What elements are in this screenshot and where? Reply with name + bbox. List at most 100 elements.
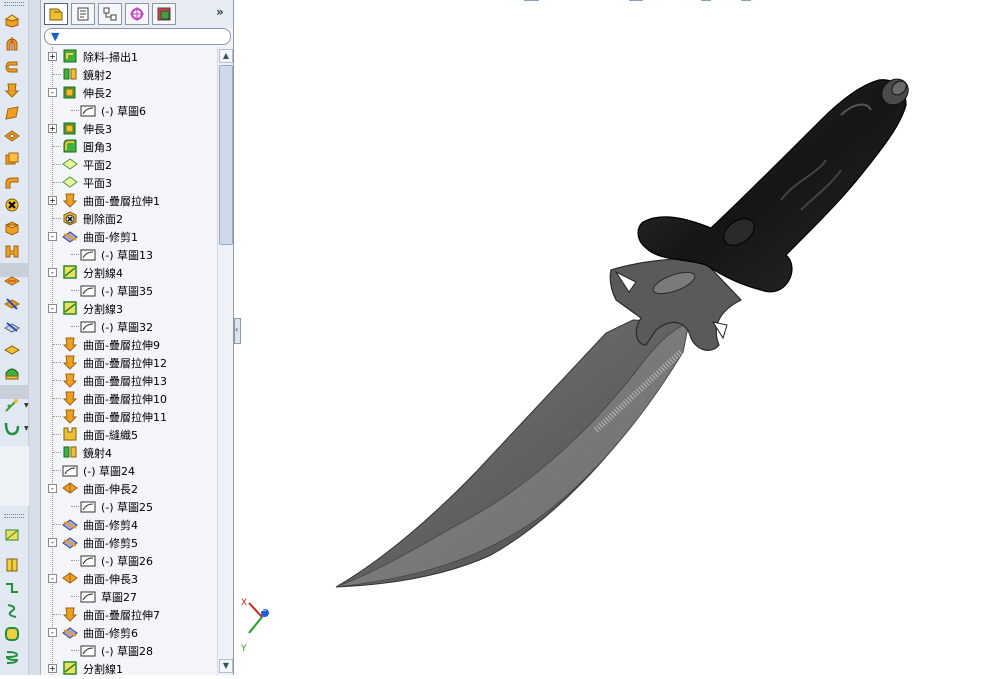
configuration-manager-tab[interactable] [98, 3, 122, 25]
sketch-plane-icon[interactable] [3, 526, 21, 544]
tree-node[interactable]: - 曲面-伸長3 [41, 569, 217, 587]
tree-node[interactable]: - 曲面-修剪6 [41, 623, 217, 641]
tree-node-label: 曲面-疊層拉伸11 [83, 411, 167, 424]
tree-node[interactable]: + 伸長3 [41, 119, 217, 137]
extruded-cut-icon[interactable] [3, 127, 21, 145]
tree-node[interactable]: + 除料-掃出1 [41, 47, 217, 65]
wrap-icon[interactable] [3, 341, 21, 359]
tree-connector [53, 470, 61, 471]
feature-filter-input[interactable]: ▼ [44, 28, 231, 45]
collapse-node-icon[interactable]: - [48, 304, 57, 313]
helix-icon[interactable] [3, 648, 21, 666]
tree-node[interactable]: (-) 草圖24 [41, 461, 217, 479]
shell-icon[interactable] [3, 242, 21, 260]
collapse-node-icon[interactable]: - [48, 538, 57, 547]
toolbar-grip[interactable] [4, 514, 24, 518]
hole-wizard-icon[interactable] [3, 196, 21, 214]
tree-node[interactable]: 鏡射2 [41, 65, 217, 83]
tree-node[interactable]: 曲面-縫織5 [41, 425, 217, 443]
tree-node-label: 平面3 [83, 177, 112, 190]
expand-chevron-icon[interactable]: » [216, 5, 224, 19]
spline-icon[interactable] [3, 602, 21, 620]
tree-node[interactable]: (-) 草圖32 [41, 317, 217, 335]
tree-connector [71, 560, 79, 561]
dropdown-arrow-icon[interactable]: ▼ [24, 425, 29, 432]
tree-node[interactable]: - 曲面-伸長2 [41, 479, 217, 497]
panel-splitter[interactable]: ‹ [234, 318, 241, 344]
extruded-boss-icon[interactable] [3, 12, 21, 30]
tree-node[interactable]: (-) 草圖13 [41, 245, 217, 263]
revolved-boss-icon[interactable] [3, 35, 21, 53]
scroll-down-button[interactable]: ▼ [219, 659, 233, 673]
dimxpert-tab[interactable] [125, 3, 149, 25]
tree-node[interactable]: 曲面-修剪4 [41, 515, 217, 533]
draft-icon[interactable] [3, 295, 21, 313]
lofted-boss-icon[interactable] [3, 81, 21, 99]
tree-scrollbar[interactable]: ▲ ▼ [217, 47, 233, 675]
curves-icon[interactable] [3, 419, 21, 437]
tree-node[interactable]: 曲面-疊層拉伸10 [41, 389, 217, 407]
scroll-thumb[interactable] [219, 65, 233, 245]
intersect-icon[interactable] [3, 318, 21, 336]
filter-icon: ▼ [51, 30, 60, 43]
composite-curve-icon[interactable] [3, 625, 21, 643]
tree-node[interactable]: - 曲面-修剪5 [41, 533, 217, 551]
swept-cut-icon[interactable] [3, 173, 21, 191]
fillet-icon[interactable] [3, 219, 21, 237]
swept-boss-icon[interactable] [3, 58, 21, 76]
tree-node-label: 曲面-縫織5 [83, 429, 138, 442]
tree-node[interactable]: (-) 草圖25 [41, 497, 217, 515]
tree-node[interactable]: - 分割線4 [41, 263, 217, 281]
revolved-cut-icon[interactable] [3, 150, 21, 168]
property-manager-tab[interactable] [71, 3, 95, 25]
collapse-node-icon[interactable]: - [48, 484, 57, 493]
tree-node[interactable]: 平面3 [41, 173, 217, 191]
tree-node[interactable]: (-) 草圖26 [41, 551, 217, 569]
tree-node[interactable]: 曲面-疊層拉伸9 [41, 335, 217, 353]
dropdown-arrow-icon[interactable]: ▼ [24, 402, 29, 409]
surface-extrude-icon[interactable] [3, 556, 21, 574]
tree-node[interactable]: - 分割線3 [41, 299, 217, 317]
tree-node[interactable]: + 曲面-疊層拉伸1 [41, 191, 217, 209]
tree-node[interactable]: + 分割線1 [41, 659, 217, 675]
tree-node-label: 圓角3 [83, 141, 112, 154]
tree-node[interactable]: 平面2 [41, 155, 217, 173]
tree-node[interactable]: - 伸長2 [41, 83, 217, 101]
collapse-node-icon[interactable]: - [48, 232, 57, 241]
collapse-node-icon[interactable]: - [48, 88, 57, 97]
collapse-node-icon[interactable]: - [48, 628, 57, 637]
collapse-node-icon[interactable]: - [48, 268, 57, 277]
tree-node[interactable]: - 曲面-修剪1 [41, 227, 217, 245]
collapse-node-icon[interactable]: - [48, 574, 57, 583]
tree-connector [71, 110, 79, 111]
tree-node[interactable]: (-) 草圖35 [41, 281, 217, 299]
line-icon[interactable] [3, 579, 21, 597]
tree-node[interactable]: (-) 草圖28 [41, 641, 217, 659]
graphics-viewport[interactable] [241, 0, 984, 675]
tree-node-label: (-) 草圖28 [101, 645, 154, 658]
tree-node-label: 曲面-修剪1 [83, 231, 138, 244]
tree-node[interactable]: 曲面-疊層拉伸13 [41, 371, 217, 389]
expand-node-icon[interactable]: + [48, 52, 57, 61]
tree-node[interactable]: 曲面-疊層拉伸11 [41, 407, 217, 425]
tree-node[interactable]: 鏡射4 [41, 443, 217, 461]
dome-icon[interactable] [3, 364, 21, 382]
tree-node[interactable]: 圓角3 [41, 137, 217, 155]
expand-node-icon[interactable]: + [48, 196, 57, 205]
tree-node[interactable]: 刪除面2 [41, 209, 217, 227]
plane-icon [62, 156, 78, 172]
feature-manager-tab[interactable] [44, 3, 68, 25]
tree-node[interactable]: (-) 草圖6 [41, 101, 217, 119]
tree-node[interactable]: 曲面-疊層拉伸7 [41, 605, 217, 623]
toolbar-grip[interactable] [4, 2, 24, 6]
expand-node-icon[interactable]: + [48, 664, 57, 673]
blade-spine [335, 319, 690, 588]
display-manager-tab[interactable] [152, 3, 176, 25]
tree-node[interactable]: 曲面-疊層拉伸12 [41, 353, 217, 371]
scroll-up-button[interactable]: ▲ [219, 49, 233, 63]
rib-icon[interactable] [3, 272, 21, 290]
reference-geometry-icon[interactable] [3, 396, 21, 414]
expand-node-icon[interactable]: + [48, 124, 57, 133]
boundary-boss-icon[interactable] [3, 104, 21, 122]
tree-node[interactable]: 草圖27 [41, 587, 217, 605]
